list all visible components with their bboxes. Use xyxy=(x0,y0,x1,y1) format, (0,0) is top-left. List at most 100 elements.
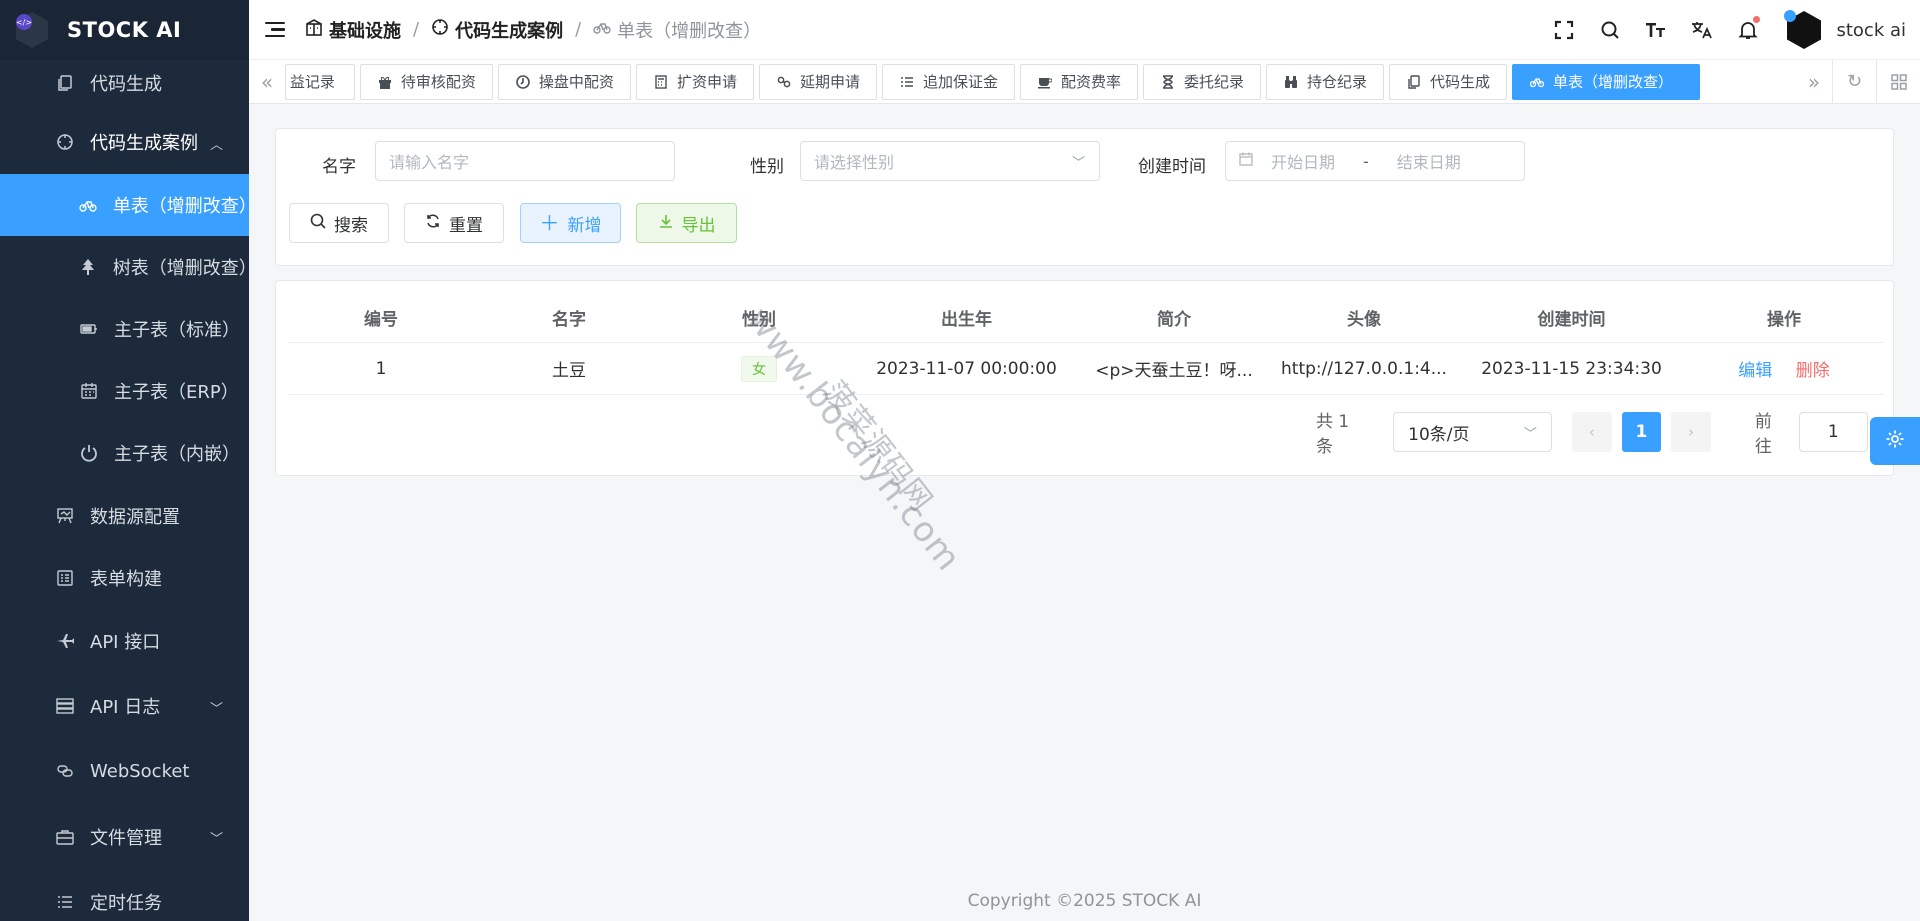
coffee-icon xyxy=(1037,75,1053,89)
sex-select[interactable]: 请选择性别 ﹀ xyxy=(800,141,1100,181)
sidebar-item-master-inline[interactable]: 主子表（内嵌） xyxy=(0,422,249,484)
column-header: 出生年 xyxy=(941,310,992,330)
tab-profit-record[interactable]: 益记录 xyxy=(284,63,355,100)
tab-label: 操盘中配资 xyxy=(538,73,614,91)
sidebar-item-label: 表单构建 xyxy=(90,569,162,590)
tab-order-record[interactable]: 委托纪录 xyxy=(1143,63,1262,100)
plus-icon: ＋ xyxy=(539,211,560,235)
tab-add-margin[interactable]: 追加保证金 xyxy=(881,63,1015,100)
tab-single-table[interactable]: 单表（增删改查） xyxy=(1512,63,1701,100)
add-button[interactable]: ＋ 新增 xyxy=(520,203,621,243)
prev-page-button[interactable]: ‹ xyxy=(1571,412,1612,452)
sidebar-item-master-standard[interactable]: 主子表（标准） xyxy=(0,298,249,360)
username[interactable]: stock ai xyxy=(1836,20,1906,41)
search-icon[interactable] xyxy=(1598,18,1622,42)
start-date-placeholder: 开始日期 xyxy=(1271,153,1336,172)
refresh-icon xyxy=(425,213,441,234)
breadcrumb-item[interactable]: 基础设施 xyxy=(305,17,401,43)
sidebar-item-datasource[interactable]: 数据源配置 xyxy=(0,484,249,548)
delete-link[interactable]: 删除 xyxy=(1796,361,1830,381)
tree-icon xyxy=(78,256,99,278)
search-button[interactable]: 搜索 xyxy=(289,203,389,243)
link-icon xyxy=(54,760,76,782)
sidebar-item-form-builder[interactable]: 表单构建 xyxy=(0,548,249,608)
tab-tools: ↻ xyxy=(1832,59,1920,104)
form-icon xyxy=(54,567,76,589)
cell-avatar: http://127.0.0.1:4... xyxy=(1281,358,1447,379)
tab-label: 益记录 xyxy=(289,73,335,91)
sidebar-item-tree-table[interactable]: 树表（增删改查） xyxy=(0,236,249,298)
cell-id: 1 xyxy=(375,358,387,379)
easel-icon xyxy=(54,505,76,527)
tab-extension-apply[interactable]: 延期申请 xyxy=(758,63,877,100)
logo[interactable]: </> STOCK AI xyxy=(0,0,249,60)
avatar[interactable] xyxy=(1782,8,1827,52)
next-page-button[interactable]: › xyxy=(1671,412,1711,452)
reset-button[interactable]: 重置 xyxy=(404,203,504,243)
sidebar-item-api[interactable]: API 接口 xyxy=(0,608,249,674)
tab-position-record[interactable]: 持仓纪录 xyxy=(1266,63,1385,100)
goto-page-input[interactable]: 1 xyxy=(1798,412,1868,452)
sidebar-item-label: 文件管理 xyxy=(90,828,162,849)
clock-icon xyxy=(515,74,531,89)
tab-expand-apply[interactable]: 扩资申请 xyxy=(635,63,754,100)
sidebar-item-label: 主子表（内嵌） xyxy=(114,444,240,465)
name-input[interactable]: 请输入名字 xyxy=(375,141,675,181)
tabs-scroll-left-icon[interactable]: « xyxy=(249,60,285,104)
top-header: 基础设施 / 代码生成案例 / 单表（增删改查） stock ai xyxy=(249,0,1920,60)
sidebar-item-codegen[interactable]: 代码生成 xyxy=(0,60,249,106)
date-separator: - xyxy=(1363,151,1369,171)
translate-icon[interactable] xyxy=(1690,18,1714,42)
date-range-picker[interactable]: 开始日期 - 结束日期 xyxy=(1225,141,1525,181)
page-number-current[interactable]: 1 xyxy=(1621,412,1662,452)
sidebar-item-scheduled-task[interactable]: 定时任务 xyxy=(0,870,249,921)
sidebar-item-websocket[interactable]: WebSocket xyxy=(0,738,249,804)
fullscreen-icon[interactable] xyxy=(1552,18,1576,42)
cell-name: 土豆 xyxy=(552,361,586,381)
tab-pending-review[interactable]: 待审核配资 xyxy=(359,63,493,100)
font-size-icon[interactable] xyxy=(1644,18,1668,42)
sidebar-item-api-log[interactable]: API 日志 ﹀ xyxy=(0,674,249,738)
sidebar-item-label: 主子表（标准） xyxy=(114,320,240,341)
bicycle-icon xyxy=(593,18,611,41)
grid-menu-icon[interactable] xyxy=(1876,59,1920,104)
plane-icon xyxy=(54,630,76,652)
column-header: 头像 xyxy=(1347,310,1381,330)
column-header: 操作 xyxy=(1767,310,1801,330)
footer: Copyright ©2025 STOCK AI xyxy=(967,891,1202,911)
copy-icon xyxy=(1406,74,1422,89)
sidebar-item-master-erp[interactable]: 主子表（ERP） xyxy=(0,360,249,422)
download-icon xyxy=(658,213,674,234)
menu-toggle-icon[interactable] xyxy=(265,20,285,40)
search-icon xyxy=(310,213,326,234)
hourglass-icon xyxy=(1160,74,1176,89)
sex-tag: 女 xyxy=(741,355,777,382)
sidebar-item-label: WebSocket xyxy=(90,760,190,782)
copy-icon xyxy=(54,72,76,94)
export-button[interactable]: 导出 xyxy=(636,203,737,243)
list-icon xyxy=(899,75,915,89)
calendar-icon xyxy=(1239,152,1253,170)
column-header: 名字 xyxy=(552,310,586,330)
search-form: 名字 请输入名字 性别 请选择性别 ﹀ 创建时间 开始日期 - 结束日期 搜索 xyxy=(275,128,1894,266)
bell-icon[interactable] xyxy=(1736,16,1761,42)
edit-link[interactable]: 编辑 xyxy=(1738,361,1772,381)
tab-trading-config[interactable]: 操盘中配资 xyxy=(497,63,631,100)
tab-fee-rate[interactable]: 配资费率 xyxy=(1019,63,1138,100)
calendar-icon xyxy=(78,380,100,402)
refresh-icon[interactable]: ↻ xyxy=(1832,59,1876,104)
sidebar-item-single-table[interactable]: 单表（增删改查） xyxy=(0,174,249,236)
page-size-select[interactable]: 10条/页 ﹀ xyxy=(1393,412,1552,452)
tab-codegen[interactable]: 代码生成 xyxy=(1389,63,1508,100)
compass-icon xyxy=(54,131,76,153)
notification-dot xyxy=(1753,16,1761,23)
cell-description: <p>天蚕土豆！呀... xyxy=(1095,361,1253,381)
sex-label: 性别 xyxy=(750,157,784,177)
settings-button[interactable] xyxy=(1870,417,1920,465)
sidebar-item-codegen-demo[interactable]: 代码生成案例 ︿ xyxy=(0,110,249,174)
sidebar-item-label: 代码生成案例 xyxy=(90,133,198,154)
main-content: 名字 请输入名字 性别 请选择性别 ﹀ 创建时间 开始日期 - 结束日期 搜索 xyxy=(249,104,1920,921)
breadcrumb-item[interactable]: 代码生成案例 xyxy=(431,17,563,43)
sidebar-item-file-manage[interactable]: 文件管理 ﹀ xyxy=(0,804,249,870)
tabs-scroll-right-icon[interactable]: » xyxy=(1796,60,1832,104)
